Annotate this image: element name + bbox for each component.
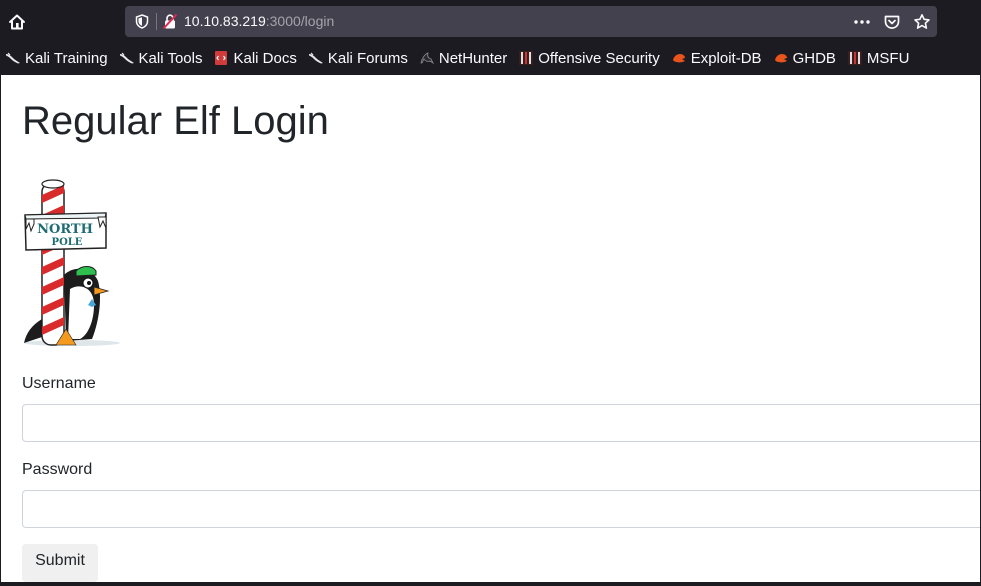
address-bar[interactable]: 10.10.83.219:3000/login xyxy=(125,6,937,37)
bookmarks-toolbar: Kali Training Kali Tools Kali Docs Kali … xyxy=(0,44,981,72)
bookmark-label: Kali Tools xyxy=(138,49,203,67)
submit-button[interactable]: Submit xyxy=(22,544,98,582)
bookmark-label: Kali Training xyxy=(25,49,108,67)
page-actions-menu-icon[interactable] xyxy=(853,13,871,31)
url-host: 10.10.83.219 xyxy=(184,13,266,29)
bookmark-label: Kali Docs xyxy=(233,49,297,67)
urlbar-actions xyxy=(853,12,931,31)
bookmark-label: MSFU xyxy=(866,49,910,67)
bookmark-nethunter[interactable]: NetHunter xyxy=(419,47,507,69)
logo-text-north: NORTH xyxy=(37,222,93,237)
url-path: :3000/login xyxy=(265,13,335,29)
page-content: Regular Elf Login NORTH POLE Username Pa… xyxy=(1,75,980,582)
kali-dragon-icon xyxy=(308,50,324,66)
bookmark-kali-training[interactable]: Kali Training xyxy=(5,47,108,69)
bookmark-label: Offensive Security xyxy=(538,49,660,67)
bookmark-kali-docs[interactable]: Kali Docs xyxy=(213,47,297,69)
kali-docs-icon xyxy=(213,50,229,66)
url-text[interactable]: 10.10.83.219:3000/login xyxy=(184,12,334,31)
username-label: Username xyxy=(22,375,96,392)
insecure-lock-icon[interactable] xyxy=(162,13,178,30)
home-icon[interactable] xyxy=(7,12,27,32)
kali-dragon-icon xyxy=(119,50,135,66)
tracking-protection-shield-icon[interactable] xyxy=(135,14,149,29)
password-label: Password xyxy=(22,461,93,478)
msfu-icon xyxy=(847,50,863,66)
bookmark-kali-forums[interactable]: Kali Forums xyxy=(308,47,408,69)
logo-text-pole: POLE xyxy=(52,237,83,248)
bookmark-star-icon[interactable] xyxy=(913,13,931,31)
nethunter-icon xyxy=(419,50,435,66)
browser-window: 10.10.83.219:3000/login Kali Training Ka… xyxy=(0,0,981,586)
window-bottom-edge xyxy=(0,582,981,586)
username-input[interactable] xyxy=(22,404,980,442)
bookmark-label: NetHunter xyxy=(438,49,508,67)
kali-dragon-icon xyxy=(5,50,21,66)
offsec-icon xyxy=(518,50,534,66)
urlbar-separator xyxy=(156,13,157,30)
ghdb-icon xyxy=(773,50,789,66)
bookmark-ghdb[interactable]: GHDB xyxy=(773,47,836,69)
bookmark-label: Exploit-DB xyxy=(690,49,762,67)
page-title: Regular Elf Login xyxy=(22,99,329,143)
bookmark-msfu[interactable]: MSFU xyxy=(847,47,910,69)
pocket-icon[interactable] xyxy=(883,13,901,31)
bookmark-kali-tools[interactable]: Kali Tools xyxy=(119,47,203,69)
password-input[interactable] xyxy=(22,490,980,528)
bookmark-label: Kali Forums xyxy=(327,49,408,67)
bookmark-offensive-security[interactable]: Offensive Security xyxy=(518,47,660,69)
browser-toolbar: 10.10.83.219:3000/login xyxy=(0,0,981,44)
exploit-db-icon xyxy=(671,50,687,66)
north-pole-logo: NORTH POLE xyxy=(24,179,120,346)
bookmark-exploit-db[interactable]: Exploit-DB xyxy=(671,47,762,69)
bookmark-label: GHDB xyxy=(792,49,836,67)
